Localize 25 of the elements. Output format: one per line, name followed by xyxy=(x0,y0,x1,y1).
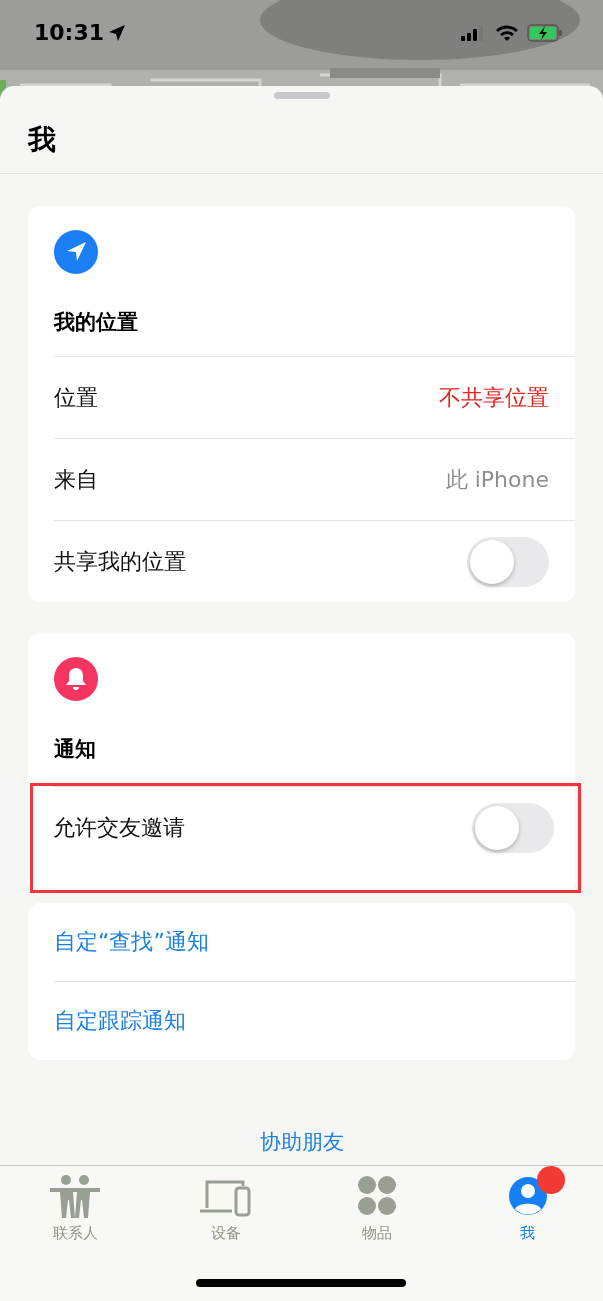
sheet-title: 我 xyxy=(28,122,56,158)
tab-item[interactable]: 我 xyxy=(452,1166,603,1301)
battery-charging-icon xyxy=(527,23,563,42)
section-title: 我的位置 xyxy=(54,309,138,336)
notification-link[interactable]: 自定“查找”通知 xyxy=(54,903,575,981)
row-value: 此 iPhone xyxy=(445,465,549,494)
row-label: 允许交友邀请 xyxy=(53,813,185,842)
toggle-switch[interactable] xyxy=(467,536,549,587)
wifi-icon xyxy=(495,24,519,41)
tab-item[interactable]: 物品 xyxy=(301,1166,453,1301)
section-title: 通知 xyxy=(54,736,96,763)
bell-icon xyxy=(54,657,98,701)
row-label: 来自 xyxy=(54,465,98,494)
location-arrow-icon xyxy=(108,23,127,42)
help-friend-link[interactable]: 协助朋友 xyxy=(259,1128,344,1156)
row-label: 位置 xyxy=(54,383,98,412)
toggle-switch[interactable] xyxy=(472,802,554,853)
status-time: 10:31 xyxy=(34,20,105,45)
notification-link[interactable]: 自定跟踪通知 xyxy=(54,981,575,1060)
people-icon xyxy=(48,1174,103,1218)
row-value: 不共享位置 xyxy=(439,383,549,412)
tab-item[interactable]: 设备 xyxy=(150,1166,302,1301)
sheet-grabber[interactable] xyxy=(273,92,330,99)
row-label: 共享我的位置 xyxy=(54,547,186,576)
tab-item[interactable]: 联系人 xyxy=(0,1166,151,1301)
